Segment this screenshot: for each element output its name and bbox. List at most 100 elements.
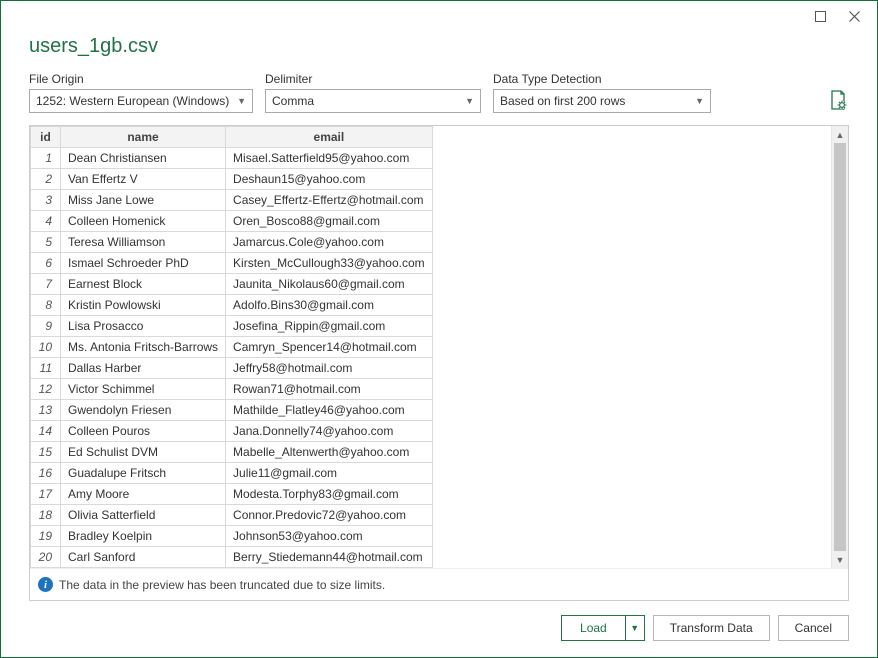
- table-row[interactable]: 9Lisa ProsaccoJosefina_Rippin@gmail.com: [31, 316, 433, 337]
- cell-email: Camryn_Spencer14@hotmail.com: [226, 337, 433, 358]
- cell-id: 19: [31, 526, 61, 547]
- data-type-label: Data Type Detection: [493, 72, 711, 86]
- table-row[interactable]: 4Colleen HomenickOren_Bosco88@gmail.com: [31, 211, 433, 232]
- cell-email: Josefina_Rippin@gmail.com: [226, 316, 433, 337]
- transform-data-button[interactable]: Transform Data: [653, 615, 770, 641]
- table-row[interactable]: 12Victor SchimmelRowan71@hotmail.com: [31, 379, 433, 400]
- delimiter-select[interactable]: Comma ▼: [265, 89, 481, 113]
- cell-email: Jaunita_Nikolaus60@gmail.com: [226, 274, 433, 295]
- file-title: users_1gb.csv: [29, 35, 849, 58]
- cell-name: Carl Sanford: [61, 547, 226, 568]
- cell-id: 11: [31, 358, 61, 379]
- truncate-message-text: The data in the preview has been truncat…: [59, 578, 385, 592]
- cell-id: 2: [31, 169, 61, 190]
- cell-name: Miss Jane Lowe: [61, 190, 226, 211]
- table-row[interactable]: 6Ismael Schroeder PhDKirsten_McCullough3…: [31, 253, 433, 274]
- cell-id: 16: [31, 463, 61, 484]
- cell-email: Connor.Predovic72@yahoo.com: [226, 505, 433, 526]
- titlebar: [1, 1, 877, 31]
- col-header-email[interactable]: email: [226, 127, 433, 148]
- table-row[interactable]: 2Van Effertz VDeshaun15@yahoo.com: [31, 169, 433, 190]
- scroll-up-icon[interactable]: ▲: [832, 126, 848, 143]
- cell-email: Jeffry58@hotmail.com: [226, 358, 433, 379]
- file-origin-select[interactable]: 1252: Western European (Windows) ▼: [29, 89, 253, 113]
- cell-id: 18: [31, 505, 61, 526]
- scroll-down-icon[interactable]: ▼: [832, 551, 848, 568]
- table-row[interactable]: 11Dallas HarberJeffry58@hotmail.com: [31, 358, 433, 379]
- cell-name: Amy Moore: [61, 484, 226, 505]
- table-row[interactable]: 20Carl SanfordBerry_Stiedemann44@hotmail…: [31, 547, 433, 568]
- table-row[interactable]: 10Ms. Antonia Fritsch-BarrowsCamryn_Spen…: [31, 337, 433, 358]
- cell-email: Berry_Stiedemann44@hotmail.com: [226, 547, 433, 568]
- cell-email: Misael.Satterfield95@yahoo.com: [226, 148, 433, 169]
- data-type-select[interactable]: Based on first 200 rows ▼: [493, 89, 711, 113]
- cell-email: Modesta.Torphy83@gmail.com: [226, 484, 433, 505]
- cancel-button[interactable]: Cancel: [778, 615, 849, 641]
- preview-empty-area: [433, 126, 831, 568]
- close-button[interactable]: [837, 4, 871, 28]
- cell-name: Van Effertz V: [61, 169, 226, 190]
- file-origin-control: File Origin 1252: Western European (Wind…: [29, 72, 253, 113]
- scroll-thumb[interactable]: [834, 143, 846, 551]
- maximize-icon: [815, 11, 826, 22]
- maximize-button[interactable]: [803, 4, 837, 28]
- cell-id: 12: [31, 379, 61, 400]
- cell-id: 5: [31, 232, 61, 253]
- cell-id: 8: [31, 295, 61, 316]
- cell-email: Deshaun15@yahoo.com: [226, 169, 433, 190]
- cell-name: Kristin Powlowski: [61, 295, 226, 316]
- cell-id: 20: [31, 547, 61, 568]
- table-row[interactable]: 13Gwendolyn FriesenMathilde_Flatley46@ya…: [31, 400, 433, 421]
- page-settings-icon: [829, 90, 847, 110]
- table-row[interactable]: 7Earnest BlockJaunita_Nikolaus60@gmail.c…: [31, 274, 433, 295]
- cell-id: 17: [31, 484, 61, 505]
- cell-id: 9: [31, 316, 61, 337]
- cell-id: 1: [31, 148, 61, 169]
- table-row[interactable]: 19Bradley KoelpinJohnson53@yahoo.com: [31, 526, 433, 547]
- cell-name: Guadalupe Fritsch: [61, 463, 226, 484]
- table-row[interactable]: 15Ed Schulist DVMMabelle_Altenwerth@yaho…: [31, 442, 433, 463]
- cell-name: Ed Schulist DVM: [61, 442, 226, 463]
- cell-id: 15: [31, 442, 61, 463]
- cell-email: Mabelle_Altenwerth@yahoo.com: [226, 442, 433, 463]
- table-row[interactable]: 16Guadalupe FritschJulie11@gmail.com: [31, 463, 433, 484]
- table-row[interactable]: 5Teresa WilliamsonJamarcus.Cole@yahoo.co…: [31, 232, 433, 253]
- chevron-down-icon: ▼: [465, 96, 474, 106]
- file-origin-label: File Origin: [29, 72, 253, 86]
- cell-email: Rowan71@hotmail.com: [226, 379, 433, 400]
- col-header-name[interactable]: name: [61, 127, 226, 148]
- cell-name: Lisa Prosacco: [61, 316, 226, 337]
- table-row[interactable]: 3Miss Jane LoweCasey_Effertz-Effertz@hot…: [31, 190, 433, 211]
- delimiter-label: Delimiter: [265, 72, 481, 86]
- controls-row: File Origin 1252: Western European (Wind…: [29, 72, 849, 113]
- cell-email: Jana.Donnelly74@yahoo.com: [226, 421, 433, 442]
- load-button[interactable]: Load: [561, 615, 625, 641]
- data-type-value: Based on first 200 rows: [500, 94, 625, 108]
- data-type-control: Data Type Detection Based on first 200 r…: [493, 72, 711, 113]
- cell-id: 4: [31, 211, 61, 232]
- cell-email: Jamarcus.Cole@yahoo.com: [226, 232, 433, 253]
- cell-name: Ms. Antonia Fritsch-Barrows: [61, 337, 226, 358]
- delimiter-value: Comma: [272, 94, 314, 108]
- settings-icon-button[interactable]: [827, 89, 849, 111]
- cell-email: Casey_Effertz-Effertz@hotmail.com: [226, 190, 433, 211]
- cell-id: 7: [31, 274, 61, 295]
- load-dropdown-button[interactable]: ▼: [625, 615, 645, 641]
- col-header-id[interactable]: id: [31, 127, 61, 148]
- cell-email: Adolfo.Bins30@gmail.com: [226, 295, 433, 316]
- table-row[interactable]: 8Kristin PowlowskiAdolfo.Bins30@gmail.co…: [31, 295, 433, 316]
- cell-name: Victor Schimmel: [61, 379, 226, 400]
- cell-name: Olivia Satterfield: [61, 505, 226, 526]
- preview-table-wrap: id name email 1Dean ChristiansenMisael.S…: [30, 126, 433, 568]
- preview-table: id name email 1Dean ChristiansenMisael.S…: [30, 126, 433, 568]
- table-row[interactable]: 14Colleen PourosJana.Donnelly74@yahoo.co…: [31, 421, 433, 442]
- table-row[interactable]: 18Olivia SatterfieldConnor.Predovic72@ya…: [31, 505, 433, 526]
- table-row[interactable]: 17Amy MooreModesta.Torphy83@gmail.com: [31, 484, 433, 505]
- preview-area: id name email 1Dean ChristiansenMisael.S…: [29, 125, 849, 601]
- cell-name: Ismael Schroeder PhD: [61, 253, 226, 274]
- info-icon: i: [38, 577, 53, 592]
- table-row[interactable]: 1Dean ChristiansenMisael.Satterfield95@y…: [31, 148, 433, 169]
- cell-id: 10: [31, 337, 61, 358]
- cell-id: 6: [31, 253, 61, 274]
- vertical-scrollbar[interactable]: ▲ ▼: [831, 126, 848, 568]
